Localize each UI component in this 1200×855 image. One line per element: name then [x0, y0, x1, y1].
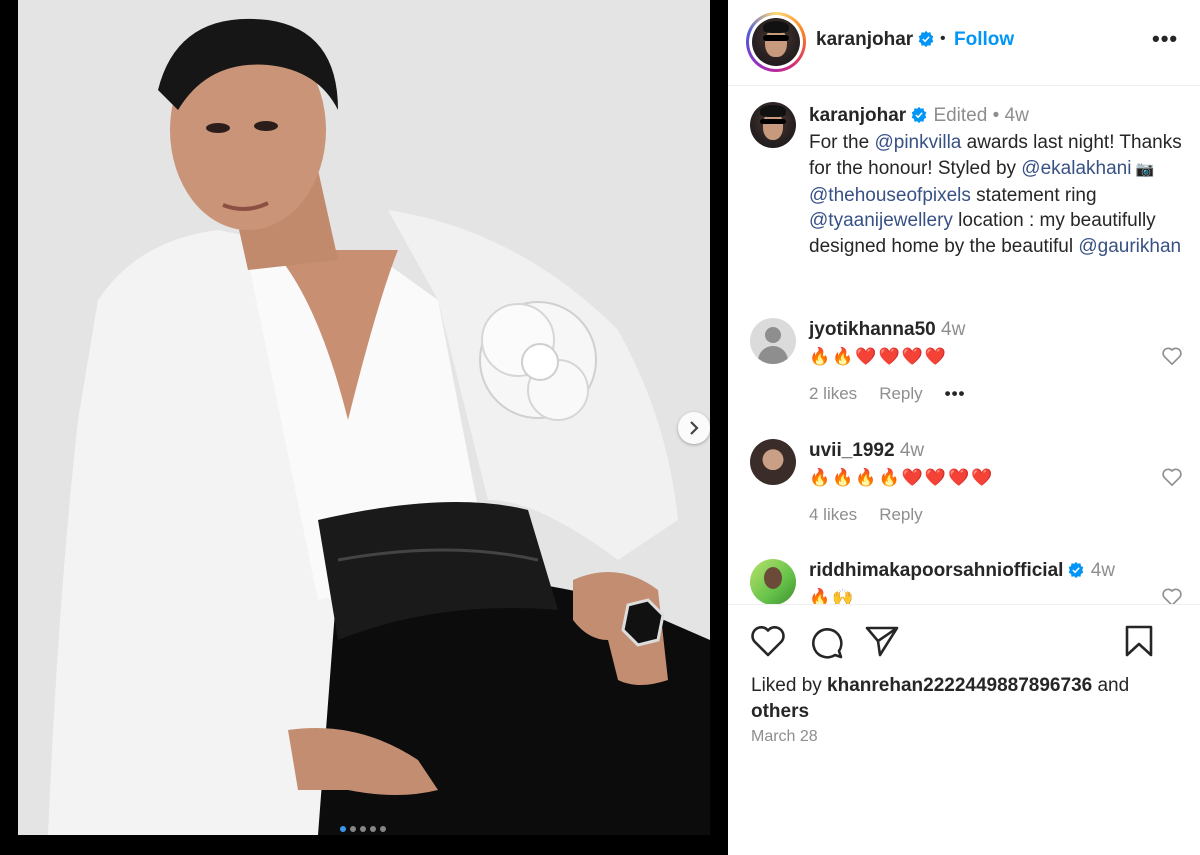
verified-badge-icon [1069, 561, 1084, 579]
reply-button[interactable]: Reply [879, 505, 922, 525]
carousel-dots [340, 826, 386, 832]
carousel-dot [370, 826, 376, 832]
comment-icon[interactable] [808, 624, 844, 660]
comment-heart-icon[interactable] [1161, 467, 1183, 487]
comments-list[interactable]: jyotikhanna50 4w 🔥🔥❤️❤️❤️❤️ 2 likes Repl… [728, 300, 1200, 604]
post-photo [18, 0, 710, 835]
share-icon[interactable] [864, 624, 900, 658]
comment-username[interactable]: jyotikhanna50 [809, 319, 936, 340]
liked-by-and: and [1092, 675, 1130, 696]
chevron-right-icon[interactable] [678, 412, 710, 444]
story-ring-avatar[interactable] [746, 12, 806, 72]
mention-link[interactable]: @tyaanijewellery [809, 210, 953, 231]
caption-time[interactable]: 4w [1005, 105, 1029, 126]
comment-text: 🔥🔥🔥🔥❤️❤️❤️❤️ [809, 468, 995, 487]
carousel-dot [380, 826, 386, 832]
portrait-illustration [18, 0, 710, 835]
caption-text-part: For the [809, 132, 875, 153]
bookmark-icon[interactable] [1124, 624, 1154, 658]
post-date[interactable]: March 28 [751, 728, 818, 746]
comment-time[interactable]: 4w [941, 319, 965, 340]
header-separator: • [940, 30, 946, 47]
carousel-dot [350, 826, 356, 832]
comment-username[interactable]: uvii_1992 [809, 440, 895, 461]
comment-avatar[interactable] [750, 439, 796, 485]
heart-icon[interactable] [750, 624, 786, 658]
comment-time[interactable]: 4w [900, 440, 924, 461]
comment-heart-icon[interactable] [1161, 587, 1183, 604]
verified-badge-icon [911, 106, 927, 124]
comment-avatar[interactable] [750, 559, 796, 604]
author-username-text[interactable]: karanjohar [816, 29, 913, 50]
post-sidebar: karanjohar • Follow ••• karanjohar Edite… [728, 0, 1200, 855]
follow-button[interactable]: Follow [954, 29, 1014, 51]
mention-link[interactable]: @thehouseofpixels [809, 185, 971, 206]
caption-meta: karanjohar Edited • 4w [809, 104, 1187, 128]
comment-avatar[interactable] [750, 318, 796, 364]
carousel-dot [360, 826, 366, 832]
edited-label: Edited [933, 105, 988, 126]
mention-link[interactable]: @ekalakhani [1021, 158, 1131, 179]
caption-text: For the @pinkvilla awards last night! Th… [809, 130, 1187, 260]
reply-button[interactable]: Reply [879, 384, 922, 404]
caption-avatar[interactable] [750, 102, 796, 148]
comment-heart-icon[interactable] [1161, 346, 1183, 366]
comment-more-icon[interactable]: ••• [945, 384, 966, 404]
mention-link[interactable]: @gaurikhan [1078, 236, 1181, 257]
caption-text-part: statement ring [970, 184, 1097, 206]
action-divider [728, 604, 1200, 605]
liked-by-prefix: Liked by [751, 675, 828, 696]
caption-separator: • [992, 105, 1000, 126]
liked-by-others[interactable]: others [751, 701, 809, 722]
caption-username[interactable]: karanjohar [809, 105, 906, 126]
more-options-icon[interactable]: ••• [1152, 26, 1178, 52]
comment-text: 🔥🔥❤️❤️❤️❤️ [809, 347, 949, 366]
author-username[interactable]: karanjohar [816, 29, 935, 51]
post-actions [750, 624, 1180, 664]
comment-likes[interactable]: 4 likes [809, 505, 857, 525]
post-media[interactable] [0, 0, 728, 855]
post-header: karanjohar • Follow ••• [728, 0, 1200, 86]
avatar [752, 18, 800, 66]
comment-likes[interactable]: 2 likes [809, 384, 857, 404]
liked-by: Liked by khanrehan2222449887896736 and o… [751, 673, 1171, 725]
comment-username[interactable]: riddhimakapoorsahniofficial [809, 560, 1063, 581]
camera-emoji: 📷 [1131, 160, 1155, 178]
comment-text: 🔥🙌 [809, 588, 856, 604]
liked-by-user[interactable]: khanrehan2222449887896736 [827, 675, 1092, 696]
verified-badge-icon [918, 30, 934, 48]
carousel-dot-active [340, 826, 346, 832]
comment-time[interactable]: 4w [1091, 560, 1115, 581]
mention-link[interactable]: @pinkvilla [874, 132, 961, 153]
